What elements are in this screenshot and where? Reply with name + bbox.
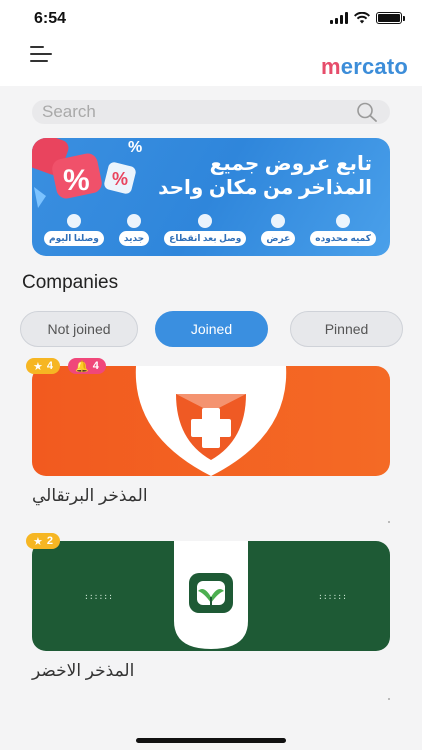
- home-indicator: [136, 738, 286, 743]
- chip-arrived-today[interactable]: وصلنا اليوم: [44, 214, 104, 246]
- menu-button[interactable]: [30, 44, 54, 64]
- divider: [388, 521, 390, 523]
- chip-limited[interactable]: كميه محدوده: [310, 214, 376, 246]
- star-icon: ★: [33, 360, 43, 373]
- svg-text:%: %: [128, 139, 142, 156]
- search-bar[interactable]: [32, 100, 390, 124]
- chip-label: عرض: [261, 231, 296, 246]
- company-name: المذخر البرتقالي: [32, 486, 148, 505]
- company-badges: ★ 4 🔔 4: [26, 358, 106, 374]
- crown-icon: [127, 214, 142, 228]
- company-banner[interactable]: :::::: ::::::: [32, 541, 390, 651]
- svg-text:::::::: ::::::: [84, 592, 113, 601]
- signal-icon: [330, 12, 348, 24]
- chip-new[interactable]: جديد: [118, 214, 150, 246]
- status-time: 6:54: [34, 10, 67, 27]
- rating-count: 4: [46, 360, 53, 372]
- svg-text:%: %: [63, 164, 90, 197]
- rating-count: 2: [46, 535, 53, 547]
- banner-title: تابع عروض جميع المذاخر من مكان واحد: [158, 153, 372, 199]
- chip-label: جديد: [118, 231, 150, 246]
- battery-icon: [376, 12, 405, 24]
- chip-label: وصل بعد انقطاع: [164, 231, 247, 246]
- chip-label: وصلنا اليوم: [44, 231, 104, 246]
- mercato-logo: mercato: [321, 54, 408, 80]
- search-icon[interactable]: [356, 102, 378, 122]
- company-banner[interactable]: [32, 366, 390, 476]
- logo-rest: ercato: [340, 54, 408, 79]
- promo-banner[interactable]: % % % تابع عروض جميع المذاخر من مكان واح…: [32, 138, 390, 256]
- star-icon: [66, 214, 81, 228]
- divider: [388, 698, 390, 700]
- status-bar: 6:54: [0, 0, 422, 40]
- company-name: المذخر الاخضر: [32, 661, 135, 680]
- star-icon: ★: [33, 535, 43, 548]
- tab-pinned[interactable]: Pinned: [290, 311, 403, 347]
- chip-offer[interactable]: عرض: [261, 214, 296, 246]
- svg-text:::::::: ::::::: [318, 592, 347, 601]
- limited-icon: [336, 214, 351, 228]
- offer-icon: [271, 214, 286, 228]
- bell-icon: 🔔: [75, 360, 89, 373]
- logo-m: m: [321, 54, 341, 79]
- chip-restocked[interactable]: وصل بعد انقطاع: [164, 214, 247, 246]
- company-item[interactable]: ★ 2 :::::: :::::: المذخر الاخضر: [26, 533, 390, 681]
- rating-badge: ★ 4: [26, 358, 60, 374]
- status-icons: [330, 12, 405, 24]
- company-item[interactable]: ★ 4 🔔 4 المذخر البرتقالي: [26, 358, 390, 506]
- top-bar: mercato: [0, 40, 422, 86]
- restock-icon: [198, 214, 213, 228]
- rating-badge: ★ 2: [26, 533, 60, 549]
- search-input[interactable]: [42, 102, 342, 122]
- orange-shield-logo-icon: [135, 366, 287, 476]
- notification-badge: 🔔 4: [68, 358, 106, 374]
- company-tabs: Not joined Joined Pinned: [20, 311, 404, 347]
- menu-icon: [30, 46, 44, 48]
- banner-chips: كميه محدوده عرض وصل بعد انقطاع جديد وصلن…: [44, 214, 376, 246]
- main-content: % % % تابع عروض جميع المذاخر من مكان واح…: [0, 86, 422, 750]
- svg-text:%: %: [112, 169, 128, 189]
- tab-not-joined[interactable]: Not joined: [20, 311, 138, 347]
- tab-joined[interactable]: Joined: [155, 311, 268, 347]
- section-title: Companies: [22, 272, 119, 293]
- green-plant-logo-icon: :::::: ::::::: [84, 541, 347, 649]
- notification-count: 4: [92, 360, 99, 372]
- wifi-icon: [354, 12, 370, 24]
- company-badges: ★ 2: [26, 533, 60, 549]
- chip-label: كميه محدوده: [310, 231, 376, 246]
